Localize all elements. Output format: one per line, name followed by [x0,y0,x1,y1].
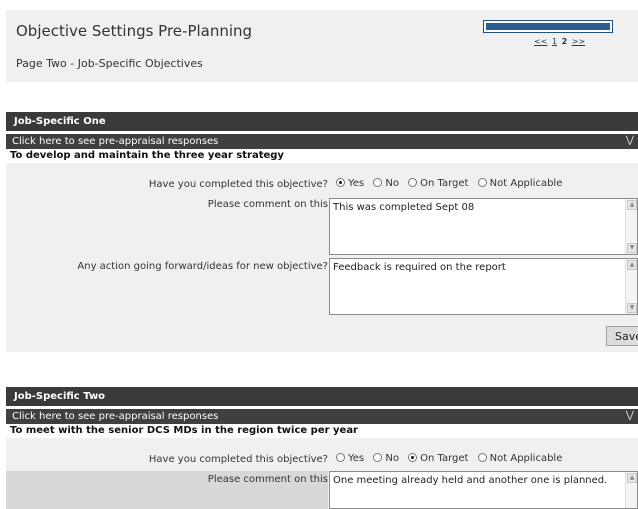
objective-title: To meet with the senior DCS MDs in the r… [6,424,638,438]
save-button[interactable]: Save [606,326,638,346]
double-chevron-down-icon[interactable]: ⋁ [626,135,634,146]
scroll-up-arrow-icon[interactable]: ▲ [627,473,637,483]
pager-page-1-link[interactable]: 1 [552,37,557,46]
pre-appraisal-toggle[interactable]: Click here to see pre-appraisal response… [6,409,638,424]
radio-not-applicable[interactable]: Not Applicable [477,453,562,464]
section-header: Job-Specific Two [6,387,638,406]
pre-appraisal-link[interactable]: Click here to see pre-appraisal response… [12,136,218,147]
completion-radio-group: Yes No On Target Not Applicable [336,453,568,464]
page-subtitle: Page Two - Job-Specific Objectives [16,57,203,70]
scroll-up-arrow-icon[interactable]: ▲ [627,260,637,270]
action-textarea[interactable]: Feedback is required on the report ▲ ▼ [329,258,638,315]
comment-textarea[interactable]: One meeting already held and another one… [329,471,638,509]
pre-appraisal-toggle[interactable]: Click here to see pre-appraisal response… [6,134,638,149]
double-chevron-down-icon[interactable]: ⋁ [626,410,634,421]
radio-dot[interactable] [408,178,418,187]
radio-dot[interactable] [336,178,345,187]
action-scrollbar[interactable]: ▲ ▼ [625,259,637,314]
radio-dot[interactable] [408,453,418,462]
progress-bar [483,20,613,33]
radio-not-applicable[interactable]: Not Applicable [477,178,562,189]
radio-yes[interactable]: Yes [336,453,364,464]
pre-appraisal-link[interactable]: Click here to see pre-appraisal response… [12,411,218,422]
completed-question-label: Have you completed this objective? [148,454,328,465]
radio-dot[interactable] [373,178,383,187]
radio-on-target[interactable]: On Target [408,453,468,464]
comment-textarea[interactable]: This was completed Sept 08 ▲ ▼ [329,198,638,255]
comment-label: Please comment on this [6,471,328,509]
objective-title: To develop and maintain the three year s… [6,149,638,163]
comment-scrollbar[interactable]: ▲ [625,472,637,508]
scroll-down-arrow-icon[interactable]: ▼ [627,243,637,253]
scroll-down-arrow-icon[interactable]: ▼ [627,303,637,313]
radio-no[interactable]: No [373,453,399,464]
pager-next-link[interactable]: >> [572,37,585,46]
pager-prev-link[interactable]: << [534,37,547,46]
comment-label: Please comment on this [207,199,328,210]
progress-fill [486,23,610,30]
radio-no[interactable]: No [373,178,399,189]
completion-radio-group: Yes No On Target Not Applicable [336,178,568,189]
scroll-up-arrow-icon[interactable]: ▲ [627,200,637,210]
radio-dot[interactable] [477,178,487,187]
radio-dot[interactable] [336,453,345,462]
radio-on-target[interactable]: On Target [408,178,468,189]
radio-dot[interactable] [373,453,383,462]
pager: << 1 2 >> [534,37,587,46]
objective-section-2: Job-Specific Two Click here to see pre-a… [6,387,638,509]
pager-current-page: 2 [561,37,568,46]
comment-scrollbar[interactable]: ▲ ▼ [625,199,637,254]
objective-section-1: Job-Specific One Click here to see pre-a… [6,112,638,352]
section-header: Job-Specific One [6,112,638,131]
completed-question-label: Have you completed this objective? [148,179,328,190]
radio-dot[interactable] [477,453,487,462]
page-title: Objective Settings Pre-Planning [16,22,253,40]
action-label: Any action going forward/ideas for new o… [77,261,328,272]
radio-yes[interactable]: Yes [336,178,364,189]
